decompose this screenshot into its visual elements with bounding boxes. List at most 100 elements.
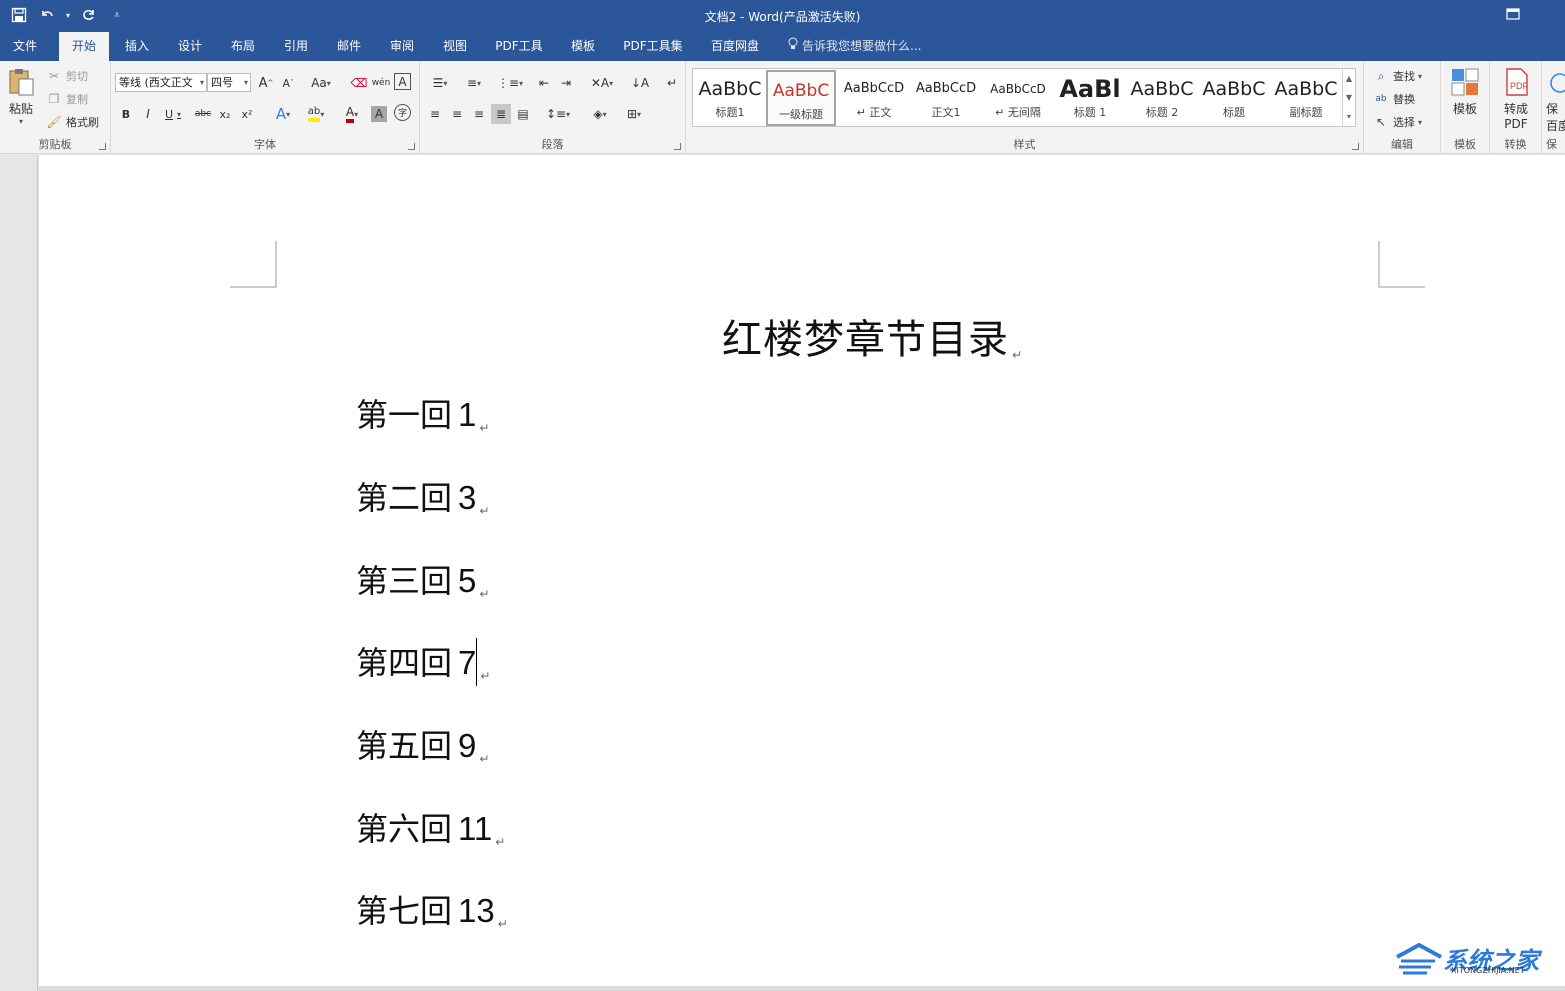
distributed-button[interactable]: ▤ — [513, 104, 533, 124]
style-no-spacing[interactable]: AaBbCcD ↵ 无间隔 — [983, 70, 1053, 126]
paste-button[interactable]: 粘贴 ▾ — [4, 67, 38, 126]
gallery-up-icon[interactable]: ▲ — [1343, 69, 1355, 88]
format-painter-button[interactable]: 🖌 格式刷 — [45, 113, 99, 131]
decrease-indent-button[interactable]: ⇤ — [534, 73, 554, 93]
clipboard-launcher-icon[interactable] — [99, 143, 106, 150]
tab-view[interactable]: 视图 — [430, 32, 480, 61]
style-heading-1[interactable]: AaBl 标题 1 — [1055, 70, 1125, 126]
italic-button[interactable]: I — [138, 104, 158, 124]
show-marks-button[interactable]: ↵ — [662, 73, 682, 93]
tab-design[interactable]: 设计 — [165, 32, 215, 61]
tab-template[interactable]: 模板 — [558, 32, 608, 61]
increase-indent-button[interactable]: ⇥ — [556, 73, 576, 93]
chapter-paragraph[interactable]: 第七回 13 ↵ — [356, 886, 508, 932]
align-right-button[interactable]: ≡ — [469, 104, 489, 124]
styles-launcher-icon[interactable] — [1352, 143, 1359, 150]
enclose-characters-button[interactable]: 字 — [394, 104, 411, 121]
document-page[interactable]: 红楼梦章节目录 ↵ 第一回 1 ↵ 第二回 3 ↵ 第三回 5 ↵ 第四回 7 ↵ 第五回 9 ↵ 第… — [39, 155, 1565, 986]
ribbon-display-options-icon[interactable] — [1505, 6, 1523, 24]
chapter-paragraph[interactable]: 第三回 5 ↵ — [356, 556, 489, 602]
character-shading-icon: A — [374, 107, 384, 121]
bold-button[interactable]: B — [116, 104, 136, 124]
document-title[interactable]: 红楼梦章节目录 ↵ — [722, 307, 1023, 365]
chapter-paragraph[interactable]: 第六回 11 ↵ — [356, 804, 505, 850]
borders-button[interactable]: ⊞ ▾ — [620, 104, 648, 124]
subscript-button[interactable]: x₂ — [215, 104, 235, 124]
shading-button[interactable]: ◈ ▾ — [586, 104, 614, 124]
change-case-button[interactable]: Aa ▾ — [307, 73, 335, 93]
tab-file[interactable]: 文件 — [0, 32, 50, 61]
tab-layout[interactable]: 布局 — [218, 32, 268, 61]
tab-mailings[interactable]: 邮件 — [324, 32, 374, 61]
tab-review[interactable]: 审阅 — [377, 32, 427, 61]
multilevel-list-button[interactable]: ⋮≡ ▾ — [496, 73, 524, 93]
superscript-button[interactable]: x² — [237, 104, 257, 124]
convert-pdf-button[interactable]: PDF 转成 PDF — [1496, 67, 1536, 131]
numbering-button[interactable]: ≡ ▾ — [460, 73, 488, 93]
style-normal[interactable]: AaBbCcD ↵ 正文 — [839, 70, 909, 126]
chapter-paragraph[interactable]: 第五回 9 ↵ — [356, 721, 489, 767]
justify-button[interactable]: ≣ — [491, 104, 511, 124]
select-button[interactable]: ↖ 选择 ▾ — [1372, 113, 1422, 131]
text-effects-button[interactable]: A ▾ — [269, 104, 297, 124]
style-normal1[interactable]: AaBbCcD 正文1 — [911, 70, 981, 126]
copy-button[interactable]: ❐ 复制 — [45, 90, 88, 108]
font-launcher-icon[interactable] — [408, 143, 415, 150]
paragraph-launcher-icon[interactable] — [674, 143, 681, 150]
chapter-paragraph[interactable]: 第四回 7 ↵ — [356, 638, 490, 686]
style-level1-heading[interactable]: AaBbC 一级标题 — [766, 70, 836, 126]
find-button[interactable]: ⌕ 查找 ▾ — [1372, 67, 1422, 85]
underline-button[interactable]: U ▾ — [160, 104, 186, 124]
font-color-button[interactable]: A ▾ — [337, 104, 367, 124]
style-preview: AaBbCcD — [990, 82, 1046, 96]
svg-text:PDF: PDF — [1510, 81, 1529, 91]
style-name: ↵ 无间隔 — [995, 106, 1041, 119]
chapter-paragraph[interactable]: 第一回 1 ↵ — [356, 390, 489, 436]
align-center-button[interactable]: ≡ — [447, 104, 467, 124]
gallery-down-icon[interactable]: ▼ — [1343, 88, 1355, 107]
character-shading-button[interactable]: A — [371, 106, 387, 122]
tab-references[interactable]: 引用 — [271, 32, 321, 61]
sort-button[interactable]: ↓A — [630, 73, 650, 93]
window-title: 文档2 - Word(产品激活失败) — [704, 10, 861, 24]
chapter-paragraph[interactable]: 第二回 3 ↵ — [356, 473, 489, 519]
clear-formatting-button[interactable]: ⌫ — [349, 73, 369, 93]
replace-button[interactable]: ab 替换 — [1372, 90, 1415, 108]
bullets-button[interactable]: ☰ ▾ — [426, 73, 454, 93]
style-heading1-cn[interactable]: AaBbC 标题1 — [695, 70, 765, 126]
style-title[interactable]: AaBbC 标题 — [1199, 70, 1269, 126]
shrink-font-button[interactable]: Aˇ — [278, 73, 298, 93]
chinese-layout-button[interactable]: ✕A ▾ — [588, 73, 616, 93]
cut-button[interactable]: ✂ 剪切 — [45, 67, 88, 85]
align-left-button[interactable]: ≡ — [425, 104, 445, 124]
tab-pdf-toolset[interactable]: PDF工具集 — [614, 32, 692, 61]
tab-baidu-netdisk[interactable]: 百度网盘 — [700, 32, 770, 61]
tab-home[interactable]: 开始 — [59, 32, 109, 61]
character-border-button[interactable]: A — [394, 73, 411, 90]
copy-label: 复制 — [66, 93, 88, 106]
font-size-combo[interactable]: 四号 ▾ — [207, 73, 251, 92]
style-name: 标题 2 — [1145, 106, 1179, 119]
line-spacing-button[interactable]: ↕≡ ▾ — [544, 104, 572, 124]
highlight-button[interactable]: ab ▾ — [301, 104, 331, 124]
grow-font-button[interactable]: A ^ — [256, 73, 276, 93]
group-editing: ⌕ 查找 ▾ ab 替换 ↖ 选择 ▾ 编辑 — [1364, 61, 1441, 154]
strikethrough-button[interactable]: abc — [193, 104, 213, 124]
save-baidu-label-line1: 保 — [1546, 102, 1559, 116]
text-cursor — [476, 638, 478, 686]
tab-insert[interactable]: 插入 — [112, 32, 162, 61]
style-subtitle[interactable]: AaBbC 副标题 — [1271, 70, 1341, 126]
style-heading-2[interactable]: AaBbC 标题 2 — [1127, 70, 1197, 126]
save-baidu-button[interactable]: 保 百度 — [1546, 67, 1565, 134]
phonetic-guide-button[interactable]: wén — [371, 73, 391, 93]
gallery-more-icon[interactable]: ▾ — [1343, 107, 1355, 126]
style-preview: AaBbC — [1202, 78, 1266, 100]
chapter-page-number: 9 — [458, 727, 477, 764]
font-name-combo[interactable]: 等线 (西文正文 ▾ — [115, 73, 207, 92]
tell-me-search[interactable]: 告诉我您想要做什么... — [788, 32, 921, 61]
sort-icon: ↓A — [630, 76, 650, 90]
template-button[interactable]: 模板 — [1447, 67, 1483, 117]
horizontal-scrollbar[interactable] — [39, 986, 1565, 991]
tab-pdf-tools[interactable]: PDF工具 — [486, 32, 552, 61]
styles-gallery-scroll: ▲ ▼ ▾ — [1342, 69, 1355, 126]
